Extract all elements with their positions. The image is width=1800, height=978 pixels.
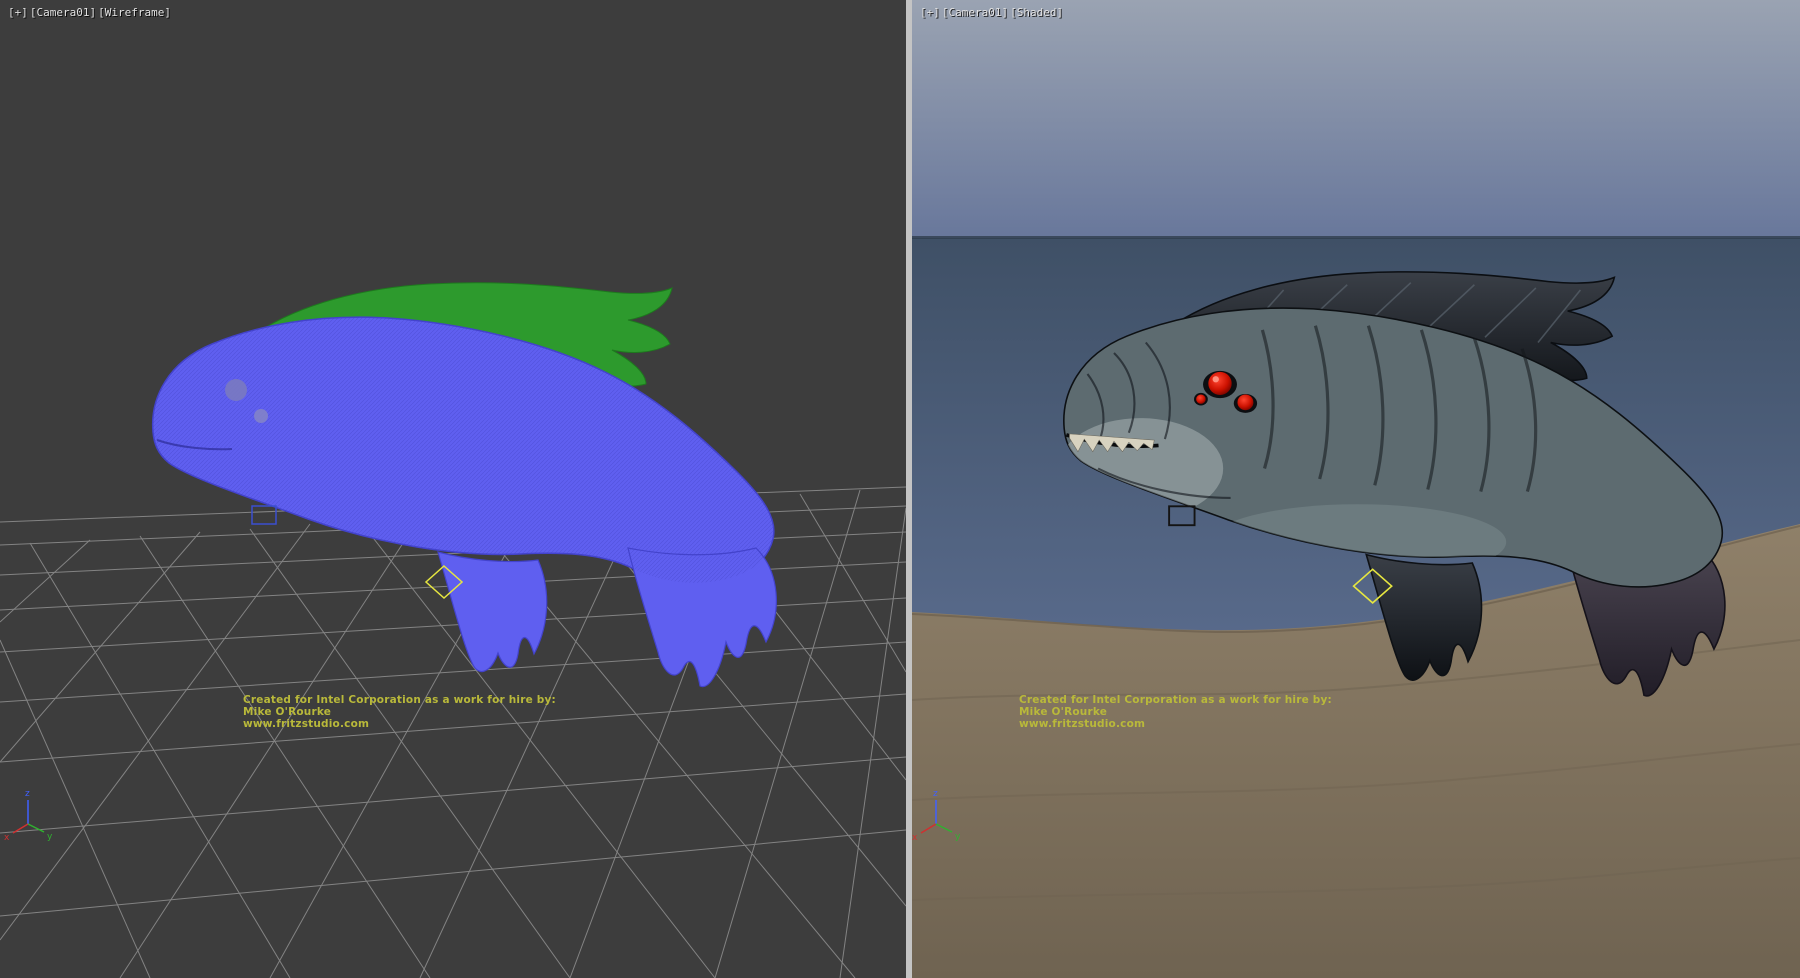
world-axis-tripod: z x y xyxy=(4,789,53,843)
credit-line-3: www.fritzstudio.com xyxy=(1019,718,1332,730)
axis-y-label: y xyxy=(47,832,53,842)
viewport-menu-button[interactable]: [+] xyxy=(920,6,940,19)
box-helper[interactable] xyxy=(252,506,276,524)
viewport-label-left: [+] [Camera01] [Wireframe] xyxy=(8,6,171,19)
credit-line-1: Created for Intel Corporation as a work … xyxy=(243,694,556,706)
wireframe-scene-canvas[interactable]: z x y xyxy=(0,0,906,978)
eye-spot-large xyxy=(225,379,247,401)
viewport-label-right: [+] [Camera01] [Shaded] xyxy=(920,6,1063,19)
anal-fin-wireframe[interactable] xyxy=(438,552,547,672)
viewport-shaded[interactable]: [+] [Camera01] [Shaded] xyxy=(912,0,1800,978)
credit-line-3: www.fritzstudio.com xyxy=(243,718,556,730)
eye-main-gloss xyxy=(1213,376,1219,382)
viewport-wireframe[interactable]: [+] [Camera01] [Wireframe] xyxy=(0,0,906,978)
axis-x-label: x xyxy=(912,833,918,843)
axis-x-label: x xyxy=(4,833,10,843)
viewport-menu-button[interactable]: [+] xyxy=(8,6,28,19)
credit-line-2: Mike O'Rourke xyxy=(1019,706,1332,718)
fish-model-wireframe[interactable] xyxy=(153,283,777,687)
eye-second xyxy=(1237,394,1253,410)
credit-line-2: Mike O'Rourke xyxy=(243,706,556,718)
credit-line-1: Created for Intel Corporation as a work … xyxy=(1019,694,1332,706)
axis-y-label: y xyxy=(955,832,961,842)
shaded-scene-canvas[interactable]: z x y xyxy=(912,0,1800,978)
eye-main xyxy=(1208,372,1231,395)
axis-z-label: z xyxy=(933,789,938,799)
shading-menu-button[interactable]: [Shaded] xyxy=(1010,6,1063,19)
wire-texture-overlay xyxy=(153,317,774,583)
eye-third xyxy=(1196,394,1206,403)
horizon-line xyxy=(912,236,1800,239)
sky-background xyxy=(912,0,1800,240)
credit-text-wireframe: Created for Intel Corporation as a work … xyxy=(243,694,556,730)
eye-spot-small xyxy=(254,409,268,423)
shading-menu-button[interactable]: [Wireframe] xyxy=(98,6,171,19)
credit-text-shaded: Created for Intel Corporation as a work … xyxy=(1019,694,1332,730)
camera-menu-button[interactable]: [Camera01] xyxy=(30,6,96,19)
camera-menu-button[interactable]: [Camera01] xyxy=(942,6,1008,19)
axis-z-label: z xyxy=(25,789,30,799)
viewport-split-layout: [+] [Camera01] [Wireframe] xyxy=(0,0,1800,978)
